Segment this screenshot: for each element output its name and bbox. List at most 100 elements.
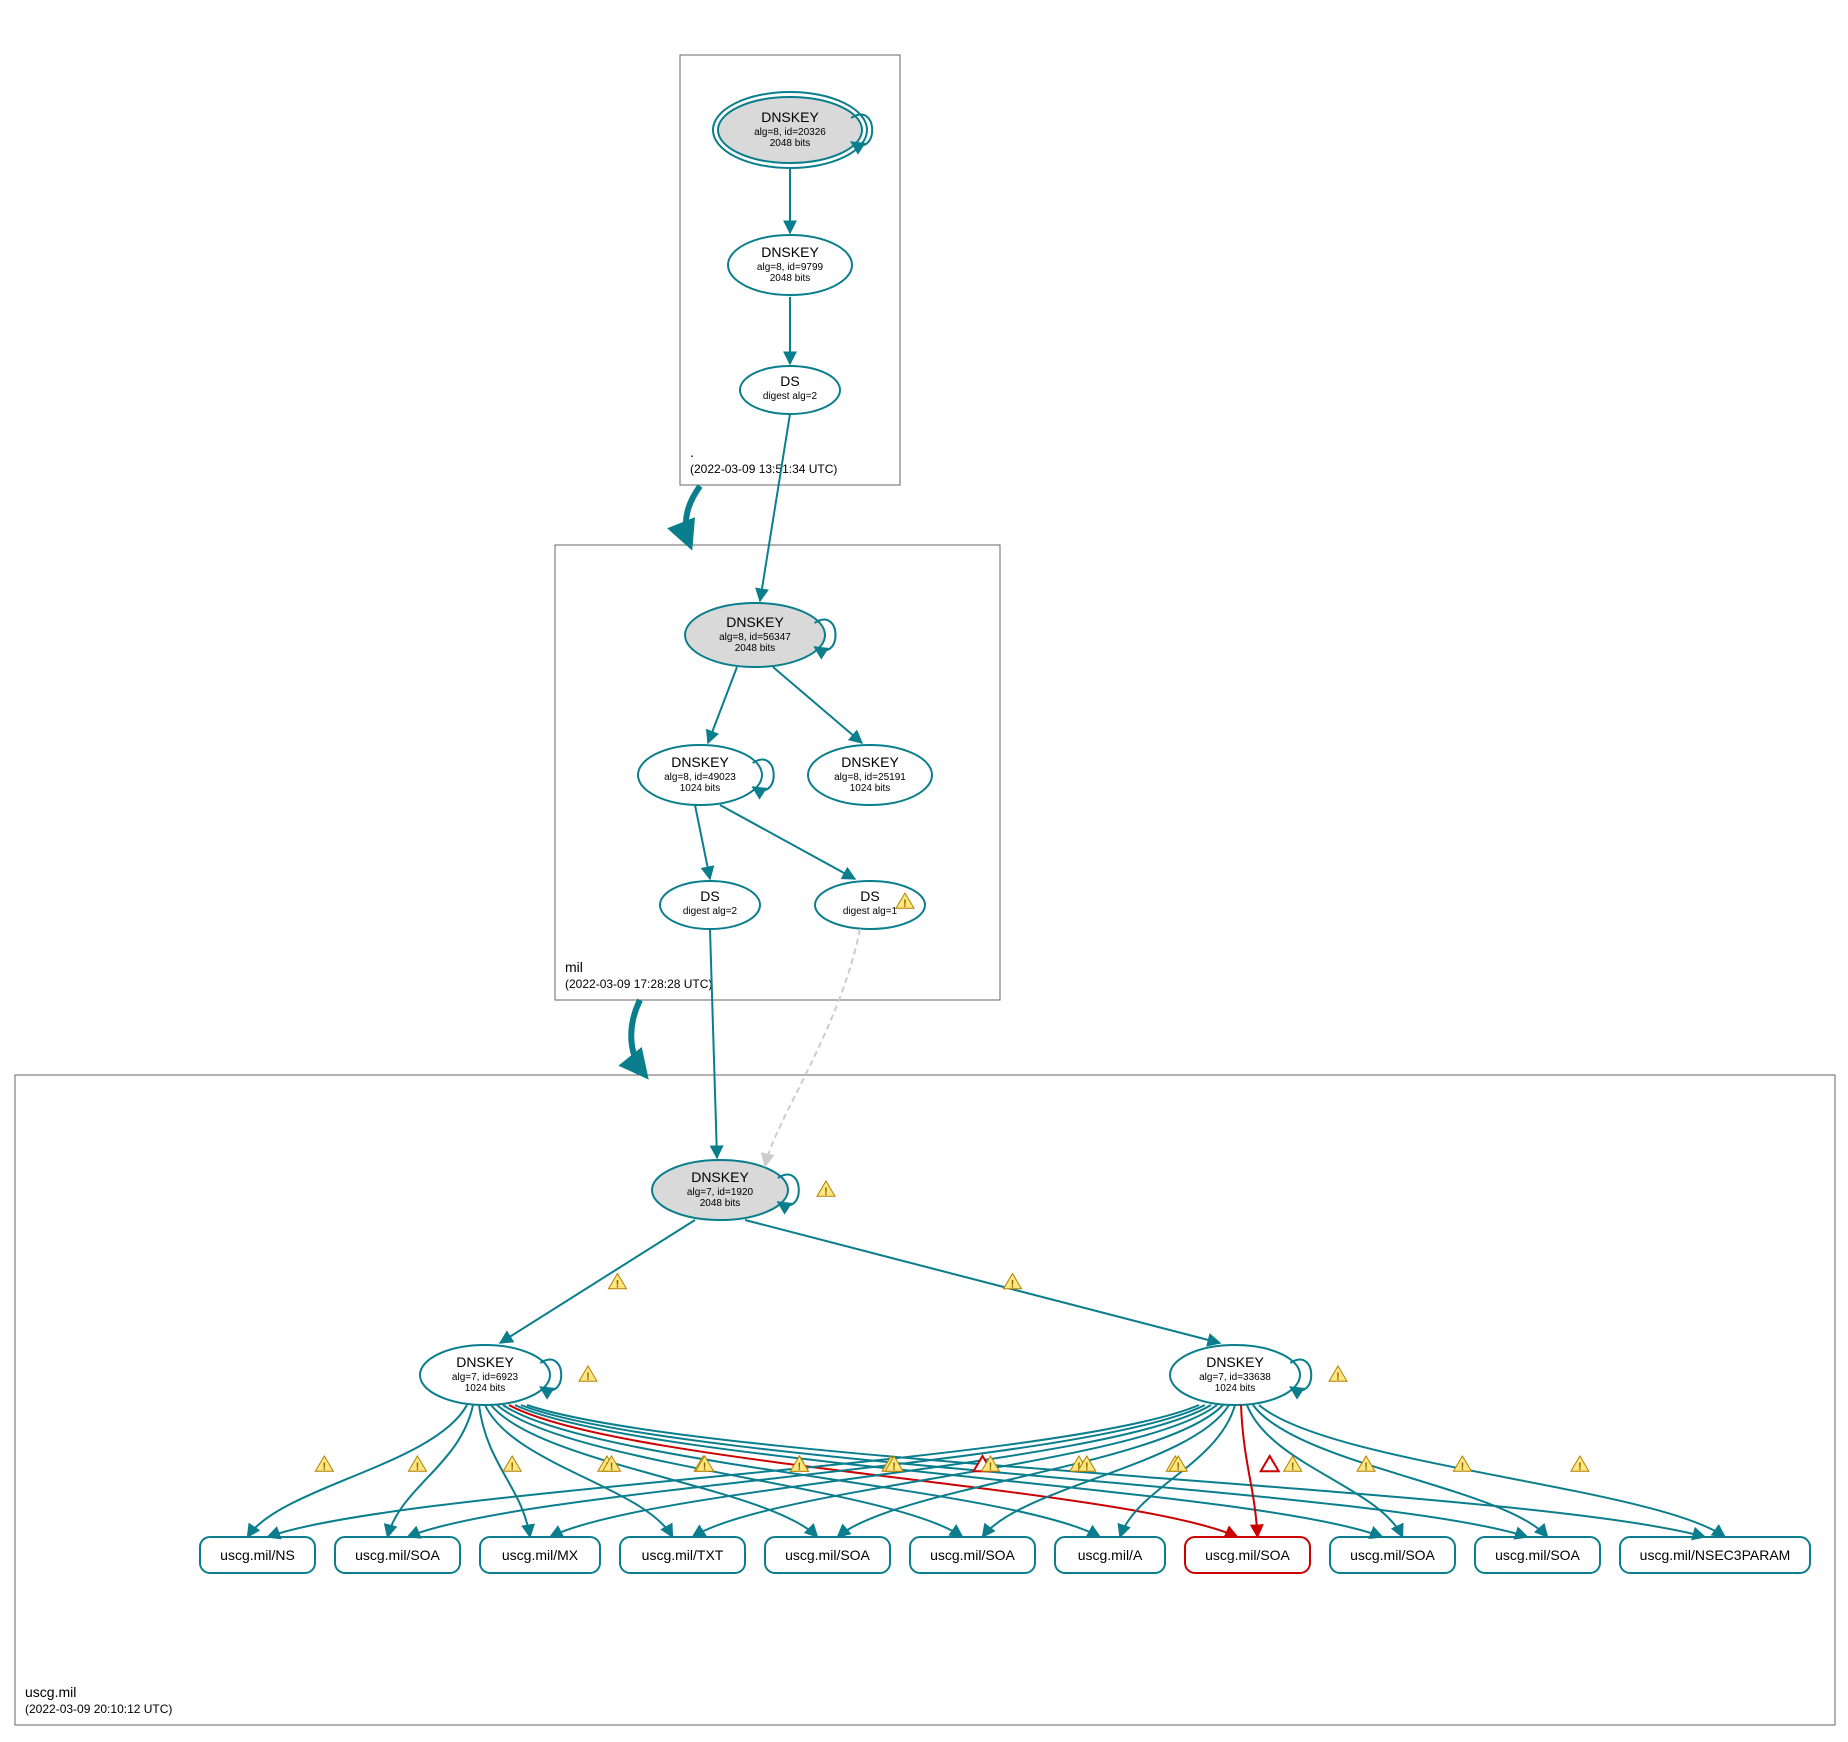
mil-zsk1: DNSKEY alg=8, id=490231024 bits (638, 745, 762, 805)
err-zsk2-rr7 (1261, 1456, 1279, 1471)
svg-text:DS: DS (780, 373, 799, 389)
svg-text:DNSKEY: DNSKEY (841, 754, 899, 770)
svg-text:uscg.mil/TXT: uscg.mil/TXT (642, 1547, 724, 1563)
rrset-5: uscg.mil/SOA (910, 1537, 1035, 1573)
rrset-0: uscg.mil/NS (200, 1537, 315, 1573)
svg-text:DNSKEY: DNSKEY (761, 244, 819, 260)
svg-text:2048 bits: 2048 bits (770, 138, 811, 149)
svg-text:uscg.mil/SOA: uscg.mil/SOA (355, 1547, 440, 1563)
dnssec-diagram: . (2022-03-09 13:51:34 UTC) DNSKEY alg=8, i… (0, 0, 1848, 1742)
warn-zsk1-rr2: ! (503, 1456, 521, 1473)
svg-text:DS: DS (700, 888, 719, 904)
svg-text:DNSKEY: DNSKEY (761, 109, 819, 125)
warn-zsk1-rr0: ! (315, 1456, 333, 1473)
svg-text:digest alg=1: digest alg=1 (843, 906, 898, 917)
uscg-zsk2: DNSKEY alg=7, id=336381024 bits (1170, 1345, 1300, 1405)
mil-zsk2: DNSKEY alg=8, id=251911024 bits (808, 745, 932, 805)
warn-uscg-zsk1-self: ! (579, 1366, 597, 1383)
svg-text:DS: DS (860, 888, 879, 904)
warn-uscg-ksk-self: ! (817, 1181, 835, 1198)
svg-text:2048 bits: 2048 bits (700, 1198, 741, 1209)
svg-text:1024 bits: 1024 bits (680, 783, 721, 794)
svg-text:uscg.mil/NS: uscg.mil/NS (220, 1547, 295, 1563)
svg-text:2048 bits: 2048 bits (770, 273, 811, 284)
warn-zsk1-rr1: ! (408, 1456, 426, 1473)
svg-text:!: ! (798, 1461, 802, 1473)
svg-text:!: ! (322, 1461, 326, 1473)
svg-text:alg=7, id=1920: alg=7, id=1920 (687, 1187, 754, 1198)
svg-text:digest alg=2: digest alg=2 (763, 391, 818, 402)
rrset-2: uscg.mil/MX (480, 1537, 600, 1573)
rrset-7: uscg.mil/SOA (1185, 1537, 1310, 1573)
svg-text:DNSKEY: DNSKEY (1206, 1354, 1264, 1370)
warn-zsk2-rr8: ! (1357, 1456, 1375, 1473)
svg-text:uscg.mil/SOA: uscg.mil/SOA (1495, 1547, 1580, 1563)
warn-zsk2-rr9: ! (1453, 1456, 1471, 1473)
svg-text:alg=8, id=49023: alg=8, id=49023 (664, 772, 736, 783)
rrset-1: uscg.mil/SOA (335, 1537, 460, 1573)
svg-text:alg=8, id=25191: alg=8, id=25191 (834, 772, 906, 783)
zone-root: . (2022-03-09 13:51:34 UTC) DNSKEY alg=8, i… (680, 55, 900, 485)
svg-text:alg=7, id=6923: alg=7, id=6923 (452, 1372, 519, 1383)
rrset-10: uscg.mil/NSEC3PARAM (1620, 1537, 1810, 1573)
warn-zsk2-rr10: ! (1571, 1456, 1589, 1473)
svg-text:uscg.mil/SOA: uscg.mil/SOA (785, 1547, 870, 1563)
svg-text:!: ! (1578, 1461, 1582, 1473)
svg-text:1024 bits: 1024 bits (465, 1383, 506, 1394)
mil-ksk: DNSKEY alg=8, id=563472048 bits (685, 603, 825, 667)
warn-ksk-zsk2: ! (1004, 1274, 1022, 1291)
svg-text:alg=7, id=33638: alg=7, id=33638 (1199, 1372, 1271, 1383)
mil-ds1: DS digest alg=2 (660, 881, 760, 929)
svg-text:uscg.mil/MX: uscg.mil/MX (502, 1547, 579, 1563)
edges-layer (248, 115, 1726, 1537)
svg-text:uscg.mil/SOA: uscg.mil/SOA (930, 1547, 1015, 1563)
svg-text:1024 bits: 1024 bits (850, 783, 891, 794)
svg-text:!: ! (586, 1371, 590, 1383)
svg-text:DNSKEY: DNSKEY (671, 754, 729, 770)
svg-text:uscg.mil: uscg.mil (25, 1684, 76, 1700)
svg-text:(2022-03-09 13:51:34 UTC): (2022-03-09 13:51:34 UTC) (690, 462, 837, 476)
rrset-3: uscg.mil/TXT (620, 1537, 745, 1573)
root-ds: DS digest alg=2 (740, 366, 840, 414)
svg-text:alg=8, id=20326: alg=8, id=20326 (754, 127, 826, 138)
svg-text:!: ! (824, 1186, 828, 1198)
svg-text:!: ! (892, 1461, 896, 1473)
svg-text:DNSKEY: DNSKEY (691, 1169, 749, 1185)
svg-text:DNSKEY: DNSKEY (726, 614, 784, 630)
svg-text:mil: mil (565, 959, 583, 975)
svg-text:!: ! (903, 898, 907, 910)
svg-text:!: ! (1291, 1461, 1295, 1473)
svg-text:!: ! (610, 1461, 614, 1473)
svg-text:!: ! (510, 1461, 514, 1473)
svg-text:!: ! (416, 1461, 420, 1473)
svg-text:!: ! (616, 1279, 620, 1291)
svg-text:alg=8, id=9799: alg=8, id=9799 (757, 262, 824, 273)
svg-text:2048 bits: 2048 bits (735, 643, 776, 654)
root-zsk: DNSKEY alg=8, id=97992048 bits (728, 235, 852, 295)
svg-text:1024 bits: 1024 bits (1215, 1383, 1256, 1394)
uscg-zsk1: DNSKEY alg=7, id=69231024 bits (420, 1345, 550, 1405)
rrset-8: uscg.mil/SOA (1330, 1537, 1455, 1573)
svg-text:uscg.mil/NSEC3PARAM: uscg.mil/NSEC3PARAM (1640, 1547, 1791, 1563)
rrset-9: uscg.mil/SOA (1475, 1537, 1600, 1573)
root-ksk: DNSKEY alg=8, id=203262048 bits (713, 92, 867, 168)
svg-text:!: ! (1085, 1461, 1089, 1473)
rrset-4: uscg.mil/SOA (765, 1537, 890, 1573)
warn-ksk-zsk1: ! (609, 1274, 627, 1291)
svg-text:.: . (690, 444, 694, 460)
svg-text:!: ! (1011, 1279, 1015, 1291)
svg-text:uscg.mil/A: uscg.mil/A (1078, 1547, 1143, 1563)
zone-mil: mil(2022-03-09 17:28:28 UTC)DNSKEYalg=8,… (555, 545, 1000, 1000)
svg-text:!: ! (1176, 1461, 1180, 1473)
svg-text:!: ! (1461, 1461, 1465, 1473)
svg-text:(2022-03-09 20:10:12 UTC): (2022-03-09 20:10:12 UTC) (25, 1702, 172, 1716)
svg-text:uscg.mil/SOA: uscg.mil/SOA (1350, 1547, 1435, 1563)
svg-text:!: ! (1364, 1461, 1368, 1473)
uscg-ksk: DNSKEY alg=7, id=19202048 bits (652, 1160, 788, 1220)
zone-uscg: uscg.mil (2022-03-09 20:10:12 UTC) DNSKEY a… (15, 1075, 1835, 1725)
svg-text:digest alg=2: digest alg=2 (683, 906, 738, 917)
warn-uscg-zsk2-self: ! (1329, 1366, 1347, 1383)
svg-text:!: ! (989, 1461, 993, 1473)
svg-text:DNSKEY: DNSKEY (456, 1354, 514, 1370)
svg-text:alg=8, id=56347: alg=8, id=56347 (719, 632, 791, 643)
